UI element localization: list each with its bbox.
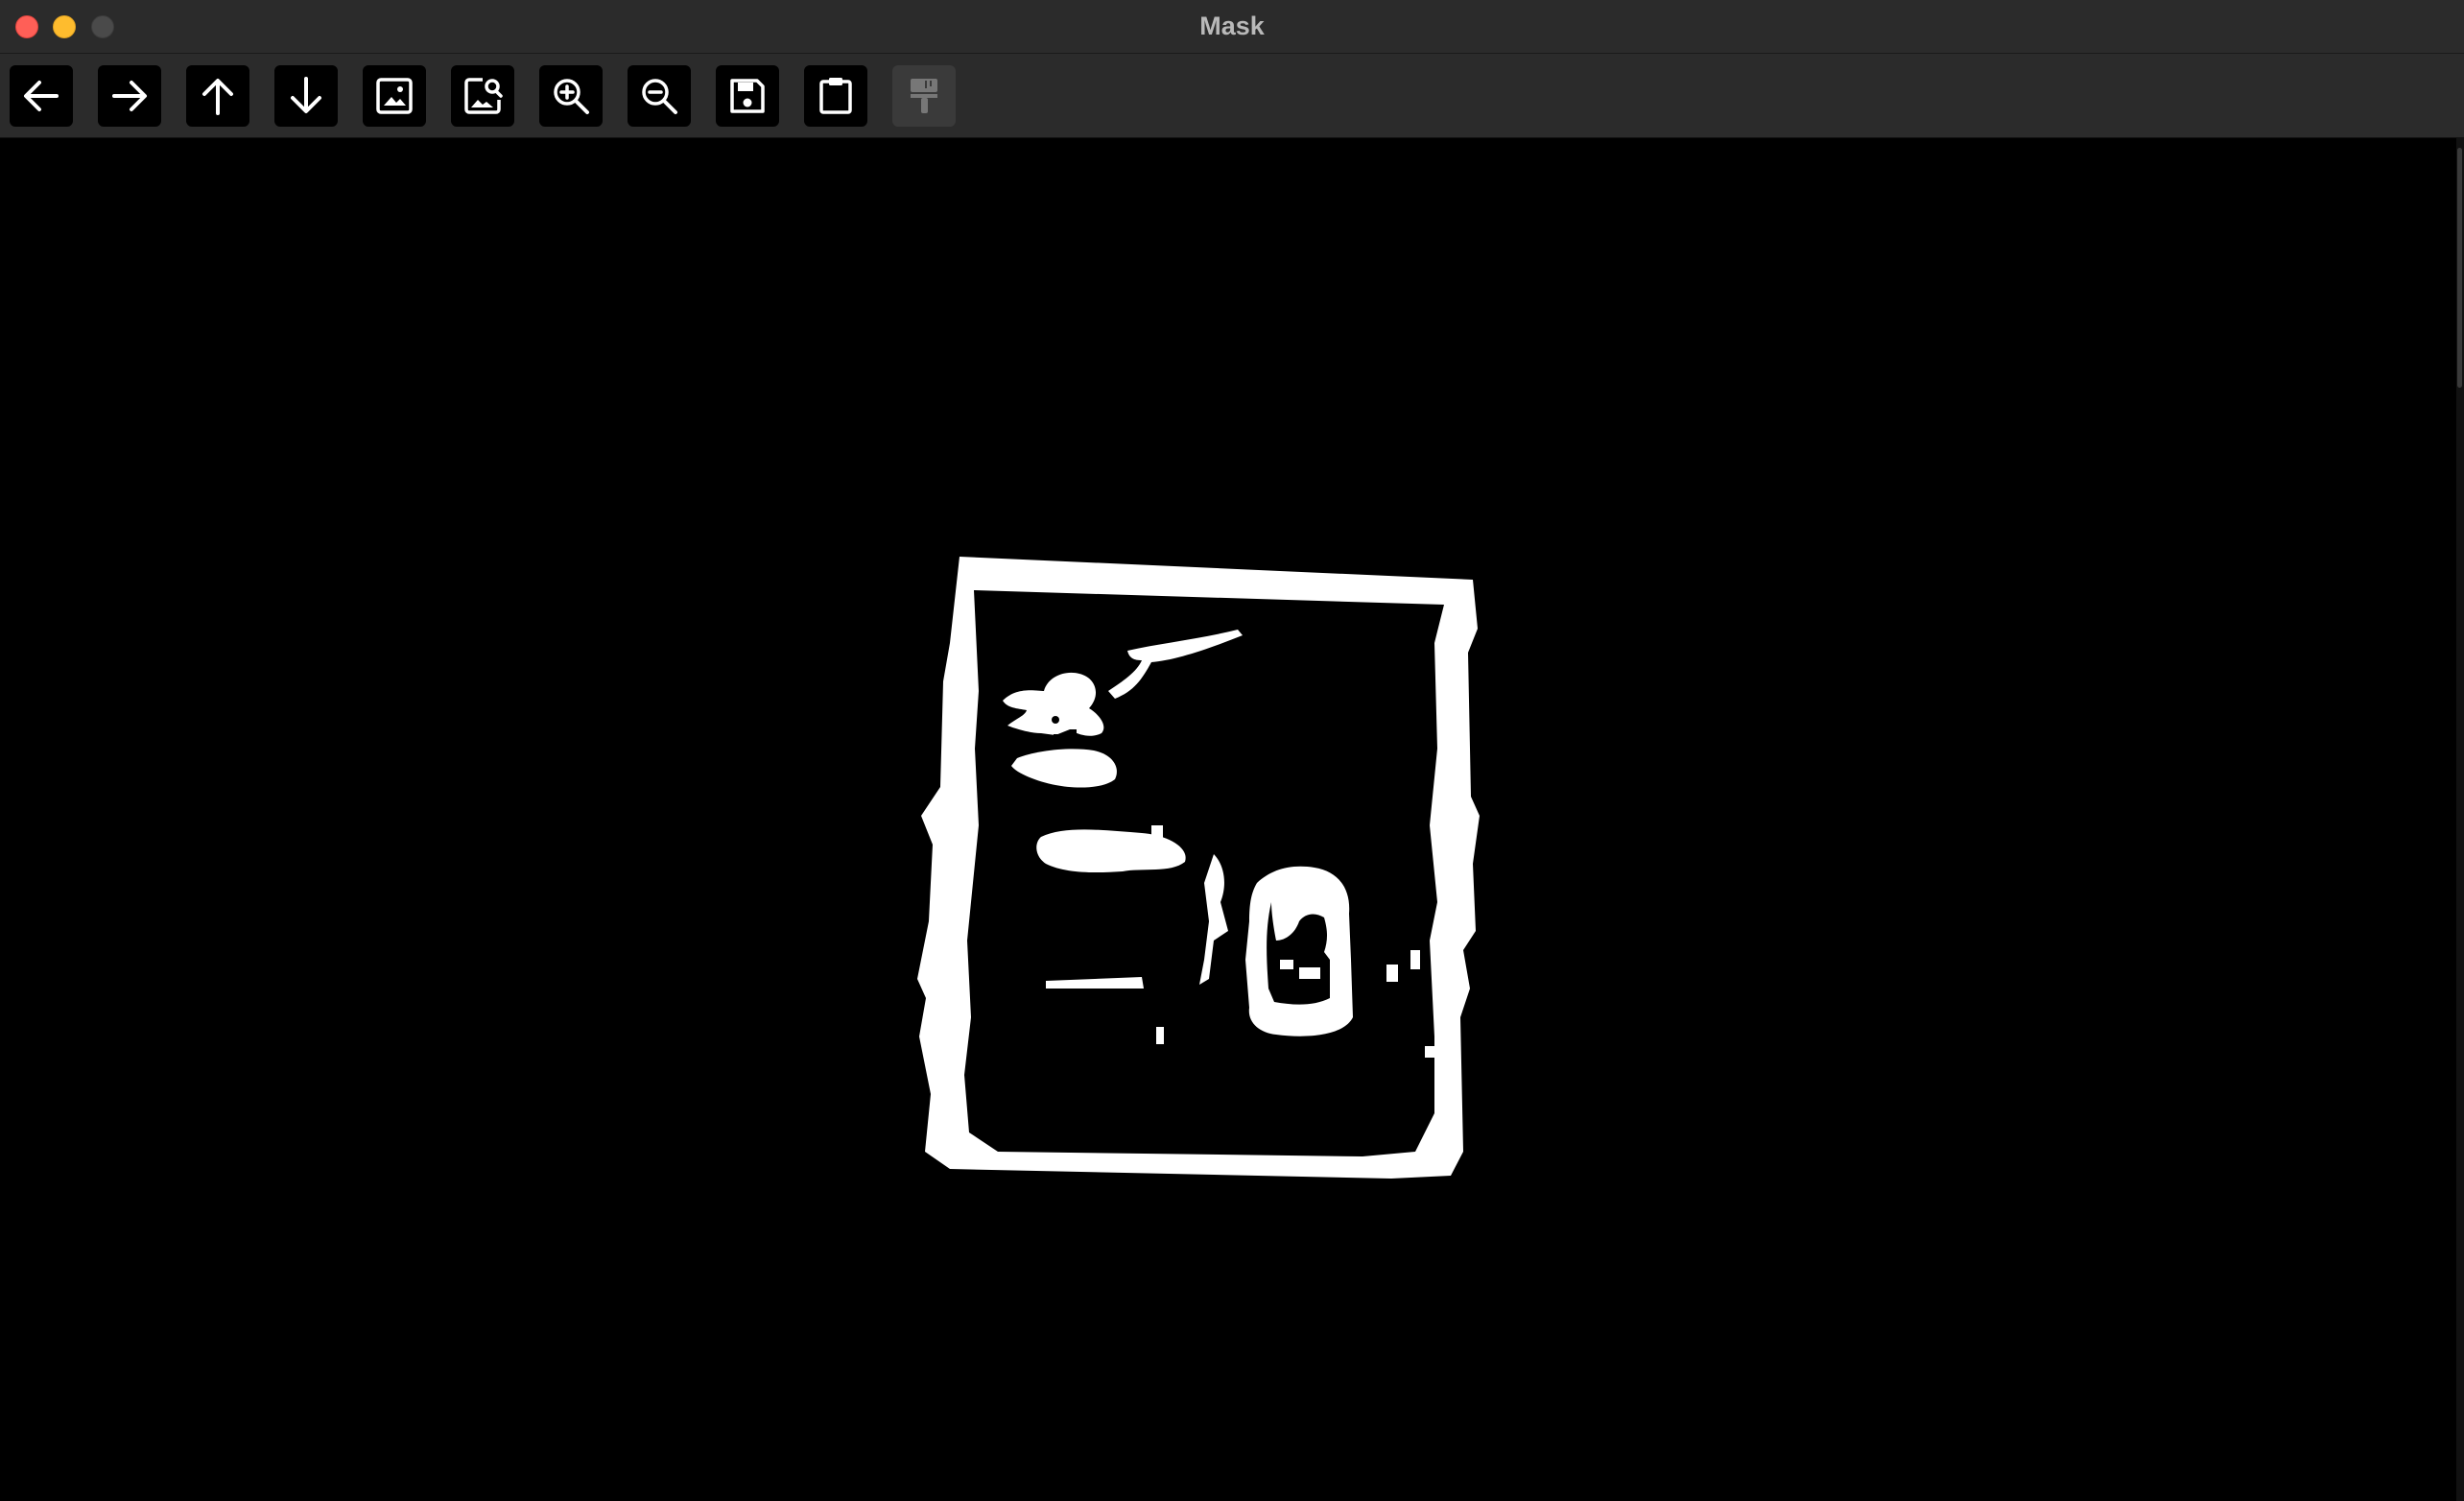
back-button[interactable]	[10, 65, 73, 127]
image-button[interactable]	[363, 65, 426, 127]
zoom-in-button[interactable]	[539, 65, 603, 127]
toolbar	[0, 54, 2464, 138]
image-search-icon	[464, 78, 503, 114]
paint-brush-icon	[911, 79, 937, 113]
floppy-disk-icon	[730, 79, 765, 113]
app-window: Mask	[0, 0, 2464, 1501]
zoom-out-button[interactable]	[628, 65, 691, 127]
arrow-left-icon	[24, 81, 59, 111]
image-search-button[interactable]	[451, 65, 514, 127]
forward-button[interactable]	[98, 65, 161, 127]
window-title: Mask	[1199, 12, 1265, 40]
arrow-right-icon	[112, 81, 147, 111]
zoom-out-icon	[642, 79, 677, 114]
clipboard-button[interactable]	[804, 65, 867, 127]
mask-image	[917, 557, 1480, 1179]
title-bar[interactable]: Mask	[0, 0, 2464, 54]
vertical-scrollbar[interactable]	[2456, 138, 2464, 1501]
down-button[interactable]	[274, 65, 338, 127]
image-canvas[interactable]	[0, 138, 2456, 1501]
zoom-in-icon	[554, 79, 589, 114]
arrow-up-icon	[202, 79, 233, 115]
up-button[interactable]	[186, 65, 249, 127]
arrow-down-icon	[291, 77, 321, 113]
clipboard-icon	[819, 78, 852, 114]
scrollbar-thumb[interactable]	[2457, 148, 2462, 388]
paint-brush-button[interactable]	[892, 65, 956, 127]
image-icon	[376, 78, 413, 114]
save-button[interactable]	[716, 65, 779, 127]
